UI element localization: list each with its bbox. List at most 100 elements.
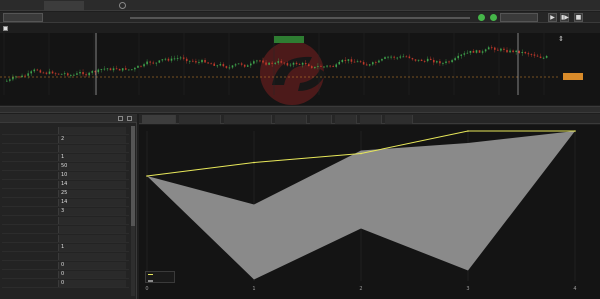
param-value-field[interactable]: 1	[58, 244, 126, 251]
candle-body	[240, 63, 243, 65]
series-point	[360, 152, 362, 155]
candle-body	[286, 63, 289, 66]
candle-body	[146, 61, 148, 65]
series-point	[467, 130, 469, 132]
candle-body	[457, 55, 459, 59]
candle-body	[420, 59, 423, 62]
candle-body	[231, 65, 234, 68]
candle-body	[372, 62, 374, 65]
candle-body	[48, 71, 51, 74]
tab-1[interactable]	[2, 1, 42, 11]
settings-icon[interactable]	[118, 116, 123, 121]
candle-body	[393, 56, 395, 58]
scrollbar-thumb[interactable]	[131, 126, 135, 226]
param-value-field[interactable]	[58, 217, 126, 224]
x-tick-label: 0	[145, 286, 148, 292]
candle-body	[182, 57, 185, 59]
tab-3[interactable]	[86, 1, 120, 11]
param-value-field[interactable]: 50	[58, 163, 126, 170]
candle-body	[384, 57, 386, 59]
param-value-field[interactable]: 0	[58, 262, 126, 269]
param-value-field[interactable]: 1	[58, 154, 126, 161]
candle-body	[222, 64, 225, 67]
candle-body	[237, 63, 240, 65]
candle-body	[326, 65, 328, 67]
candle-body	[100, 69, 103, 70]
candle-body	[6, 80, 8, 82]
param-value-field[interactable]	[58, 253, 126, 260]
candle-body	[259, 60, 261, 62]
candle-body	[27, 73, 29, 76]
panel-splitter[interactable]	[0, 106, 600, 113]
param-value-field[interactable]: 0	[58, 271, 126, 278]
param-row: 0	[2, 279, 129, 288]
param-value-field[interactable]: 3	[58, 208, 126, 215]
candle-body	[54, 73, 57, 75]
candle-body	[155, 62, 158, 64]
param-value-field[interactable]: 10	[58, 172, 126, 179]
results-tab[interactable]	[275, 115, 307, 124]
parameters-panel: 2 1 50 10 14 25 14 3 1 0 0 0	[0, 114, 137, 299]
param-value-field[interactable]	[58, 235, 126, 242]
candle-body	[9, 79, 11, 81]
results-tab[interactable]	[179, 115, 221, 124]
candle-body	[375, 62, 377, 64]
candle-body	[134, 67, 136, 70]
param-row	[2, 225, 129, 234]
close-icon[interactable]	[127, 116, 132, 121]
close-icon[interactable]	[119, 2, 126, 9]
candle-body	[426, 58, 429, 62]
candle-body	[121, 68, 124, 71]
results-tab[interactable]	[310, 115, 332, 124]
panel-scrollbar[interactable]	[131, 126, 135, 296]
chart-header	[0, 24, 600, 33]
candle-body	[323, 66, 325, 68]
candle-body	[396, 57, 398, 59]
param-value-field[interactable]	[58, 127, 126, 134]
candle-body	[408, 56, 411, 59]
param-value-field[interactable]	[58, 145, 126, 152]
candle-body	[164, 58, 167, 60]
candle-body	[463, 53, 466, 55]
result-chart[interactable]: 0 1 2 3 4	[139, 125, 600, 299]
candle-body	[344, 59, 347, 61]
candle-body	[329, 65, 331, 67]
param-value-field[interactable]: 0	[58, 280, 126, 287]
param-value-field[interactable]: 2	[58, 136, 126, 143]
stop-button[interactable]: ■	[574, 13, 583, 22]
candle-body	[304, 62, 307, 65]
candle-body	[484, 49, 487, 52]
play-button[interactable]: ▶	[548, 13, 557, 22]
chart-legend	[145, 271, 175, 283]
param-row: 25	[2, 189, 129, 198]
results-tab[interactable]	[335, 115, 357, 124]
param-value-field[interactable]: 14	[58, 199, 126, 206]
candle-body	[97, 69, 100, 73]
series-point	[146, 175, 148, 177]
candle-body	[500, 48, 502, 51]
results-tab[interactable]	[385, 115, 413, 124]
candle-body	[512, 50, 514, 53]
progress-slider[interactable]	[130, 17, 470, 19]
zoom-icon[interactable]: ⇕	[557, 35, 565, 43]
candle-body	[423, 61, 426, 62]
param-value-field[interactable]: 25	[58, 190, 126, 197]
param-value-field[interactable]: 14	[58, 181, 126, 188]
param-row: 1	[2, 153, 129, 162]
period-select[interactable]	[500, 13, 538, 22]
candle-body	[70, 75, 72, 77]
results-tab[interactable]	[360, 115, 382, 124]
results-tab[interactable]	[224, 115, 272, 124]
candle-body	[192, 60, 194, 62]
step-button[interactable]: ▮▶	[560, 13, 569, 22]
slider-knob-icon[interactable]	[478, 14, 485, 21]
candle-body	[250, 63, 252, 66]
candle-body	[195, 61, 197, 63]
indicator-checkbox[interactable]	[3, 26, 8, 31]
symbol-select[interactable]	[3, 13, 43, 22]
tab-2[interactable]	[44, 1, 84, 11]
results-tab[interactable]	[142, 115, 176, 124]
slider-knob-end-icon[interactable]	[490, 14, 497, 21]
candle-body	[506, 49, 508, 53]
param-value-field[interactable]	[58, 226, 126, 233]
